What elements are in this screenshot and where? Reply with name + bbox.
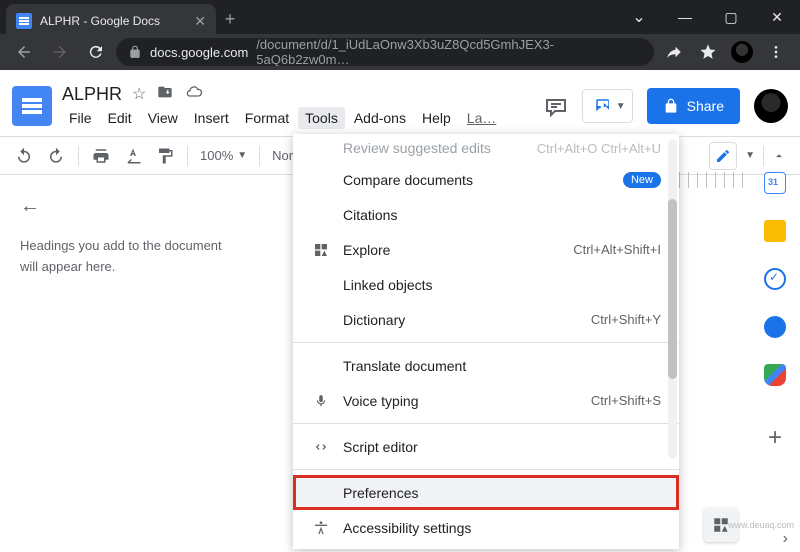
menu-help[interactable]: Help bbox=[415, 107, 458, 129]
tab-search-icon[interactable]: ⌄ bbox=[616, 0, 662, 34]
script-icon bbox=[311, 440, 331, 454]
spellcheck-button[interactable] bbox=[123, 144, 143, 168]
outline-close-icon[interactable]: ← bbox=[20, 195, 240, 218]
menu-item-explore[interactable]: Explore Ctrl+Alt+Shift+I bbox=[293, 232, 679, 267]
menu-item-dictionary[interactable]: Dictionary Ctrl+Shift+Y bbox=[293, 302, 679, 337]
side-panel-toggle-icon[interactable]: › bbox=[783, 530, 788, 548]
zoom-value: 100% bbox=[200, 148, 233, 163]
present-button[interactable]: ▼ bbox=[582, 89, 633, 123]
reload-button[interactable] bbox=[80, 38, 112, 66]
document-title[interactable]: ALPHR bbox=[62, 84, 122, 105]
tools-menu: Review suggested edits Ctrl+Alt+O Ctrl+A… bbox=[293, 134, 679, 549]
chevron-down-icon: ▼ bbox=[237, 150, 247, 161]
paint-format-button[interactable] bbox=[155, 144, 175, 168]
bookmark-icon[interactable] bbox=[692, 38, 724, 66]
minimize-button[interactable]: — bbox=[662, 0, 708, 34]
add-addon-icon[interactable]: + bbox=[768, 424, 782, 452]
keep-icon[interactable] bbox=[764, 220, 786, 242]
menu-separator bbox=[293, 423, 679, 424]
menu-separator bbox=[293, 342, 679, 343]
account-avatar[interactable] bbox=[754, 89, 788, 123]
menu-insert[interactable]: Insert bbox=[187, 107, 236, 129]
collapse-toolbar-icon[interactable] bbox=[772, 149, 786, 163]
cloud-status-icon[interactable] bbox=[184, 84, 204, 104]
tasks-icon[interactable] bbox=[764, 268, 786, 290]
close-window-button[interactable]: ✕ bbox=[754, 0, 800, 34]
microphone-icon bbox=[311, 393, 331, 409]
move-icon[interactable] bbox=[156, 84, 174, 104]
window-controls: ⌄ — ▢ ✕ bbox=[616, 0, 800, 34]
chevron-down-icon: ▼ bbox=[616, 101, 626, 112]
url-host: docs.google.com bbox=[150, 45, 248, 60]
menu-view[interactable]: View bbox=[141, 107, 185, 129]
menu-tools[interactable]: Tools bbox=[298, 107, 345, 129]
menubar: File Edit View Insert Format Tools Add-o… bbox=[62, 107, 534, 129]
menu-separator bbox=[293, 469, 679, 470]
close-tab-icon[interactable]: ✕ bbox=[194, 13, 206, 30]
share-url-icon[interactable] bbox=[658, 38, 690, 66]
menu-last-edit[interactable]: La… bbox=[460, 107, 504, 129]
new-tab-button[interactable]: + bbox=[216, 5, 244, 33]
menu-format[interactable]: Format bbox=[238, 107, 296, 129]
browser-titlebar: ALPHR - Google Docs ✕ + ⌄ — ▢ ✕ bbox=[0, 0, 800, 34]
docs-logo-icon[interactable] bbox=[12, 86, 52, 126]
comment-history-icon[interactable] bbox=[544, 94, 568, 118]
maps-icon[interactable] bbox=[764, 364, 786, 386]
outline-hint: Headings you add to the document will ap… bbox=[20, 236, 240, 278]
print-button[interactable] bbox=[91, 144, 111, 168]
menu-item-voice-typing[interactable]: Voice typing Ctrl+Shift+S bbox=[293, 383, 679, 418]
chevron-down-icon[interactable]: ▼ bbox=[745, 150, 755, 161]
star-icon[interactable]: ☆ bbox=[132, 84, 146, 104]
new-badge: New bbox=[623, 172, 661, 188]
maximize-button[interactable]: ▢ bbox=[708, 0, 754, 34]
menu-item-accessibility-settings[interactable]: Accessibility settings bbox=[293, 510, 679, 545]
browser-tab[interactable]: ALPHR - Google Docs ✕ bbox=[6, 4, 216, 38]
address-bar[interactable]: docs.google.com /document/d/1_iUdLaOnw3X… bbox=[116, 38, 654, 66]
forward-button[interactable] bbox=[44, 38, 76, 66]
editing-mode-button[interactable] bbox=[709, 142, 737, 170]
calendar-icon[interactable] bbox=[764, 172, 786, 194]
redo-button[interactable] bbox=[46, 144, 66, 168]
zoom-select[interactable]: 100% ▼ bbox=[200, 148, 247, 163]
url-path: /document/d/1_iUdLaOnw3Xb3uZ8Qcd5GmhJEX3… bbox=[256, 38, 642, 66]
menu-item-review-suggested-edits[interactable]: Review suggested edits Ctrl+Alt+O Ctrl+A… bbox=[293, 134, 679, 162]
profile-icon[interactable] bbox=[726, 38, 758, 66]
tab-title: ALPHR - Google Docs bbox=[40, 14, 186, 28]
contacts-icon[interactable] bbox=[764, 316, 786, 338]
docs-favicon-icon bbox=[16, 13, 32, 29]
docs-header: ALPHR ☆ File Edit View Insert Format Too… bbox=[0, 70, 800, 134]
undo-button[interactable] bbox=[14, 144, 34, 168]
accessibility-icon bbox=[311, 520, 331, 536]
menu-item-citations[interactable]: Citations bbox=[293, 197, 679, 232]
watermark: www.deuaq.com bbox=[728, 520, 794, 530]
outline-panel: ← Headings you add to the document will … bbox=[0, 175, 260, 552]
menu-item-linked-objects[interactable]: Linked objects bbox=[293, 267, 679, 302]
menu-item-preferences[interactable]: Preferences bbox=[293, 475, 679, 510]
ruler bbox=[679, 172, 750, 188]
menu-item-translate-document[interactable]: Translate document bbox=[293, 348, 679, 383]
back-button[interactable] bbox=[8, 38, 40, 66]
browser-toolbar: docs.google.com /document/d/1_iUdLaOnw3X… bbox=[0, 34, 800, 70]
menu-scrollbar[interactable] bbox=[668, 139, 677, 459]
menu-addons[interactable]: Add-ons bbox=[347, 107, 413, 129]
share-label: Share bbox=[687, 98, 724, 114]
share-button[interactable]: Share bbox=[647, 88, 740, 124]
menu-item-compare-documents[interactable]: Compare documents New bbox=[293, 162, 679, 197]
side-panel: + bbox=[750, 172, 800, 452]
menu-edit[interactable]: Edit bbox=[101, 107, 139, 129]
browser-menu-icon[interactable] bbox=[760, 38, 792, 66]
menu-file[interactable]: File bbox=[62, 107, 99, 129]
explore-icon bbox=[311, 242, 331, 258]
menu-item-script-editor[interactable]: Script editor bbox=[293, 429, 679, 464]
lock-icon bbox=[128, 45, 142, 59]
